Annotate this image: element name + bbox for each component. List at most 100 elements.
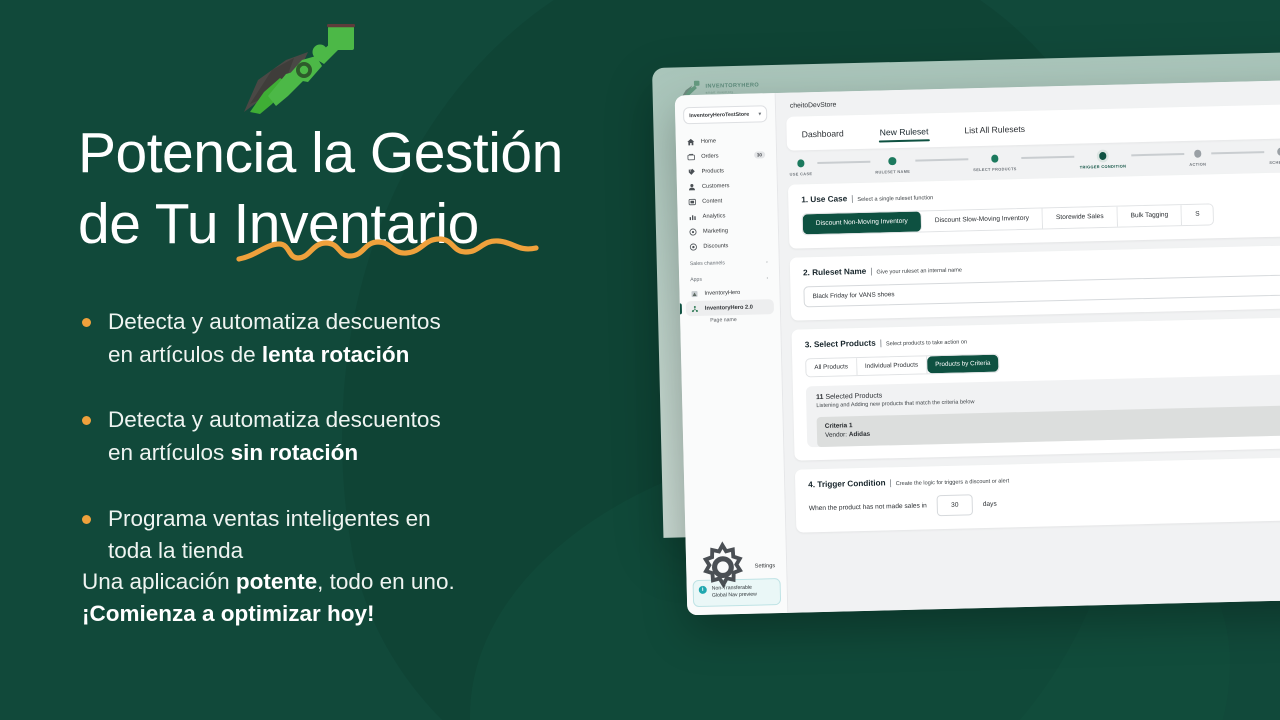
card-subtitle: Select a single ruleset function <box>857 194 934 203</box>
bullet-dot-icon <box>82 514 91 524</box>
sidebar-item-label: Orders <box>701 152 719 160</box>
step-trigger-condition[interactable]: TRIGGER CONDITION <box>1079 151 1126 169</box>
trigger-condition-row: When the product has not made sales in 3… <box>809 485 1280 519</box>
step-connector <box>817 161 871 164</box>
selected-products-label: Selected Products <box>825 391 883 401</box>
trigger-prefix-label: When the product has not made sales in <box>808 502 927 513</box>
bullet-dot-icon <box>82 416 91 426</box>
bullet-emphasis: lenta rotación <box>261 341 410 367</box>
sidebar-item-label: Products <box>701 167 725 175</box>
trigger-suffix-label: days <box>982 500 997 509</box>
tagline-prefix: Una aplicación <box>82 569 236 594</box>
step-action[interactable]: ACTION <box>1189 149 1206 166</box>
content-icon <box>688 198 696 205</box>
bullet-dot-icon <box>82 318 91 327</box>
app-screenshot-mockup: INVENTORYHERO smart inventory InventoryH… <box>652 50 1280 616</box>
option-products-by-criteria[interactable]: Products by Criteria <box>926 354 999 373</box>
criteria-value: Adidas <box>848 430 871 439</box>
bullet-line-1: Programa ventas inteligentes en <box>108 505 431 531</box>
option-discount-slow-moving-inventory[interactable]: Discount Slow-Moving Inventory <box>921 207 1044 231</box>
store-selector[interactable]: InventoryHeroTestStore ▾ <box>682 105 768 125</box>
card-heading: 1. Use Case | Select a single ruleset fu… <box>801 182 1280 204</box>
select-products-options: All Products Individual Products Product… <box>805 353 1000 377</box>
sidebar-item-label: Customers <box>701 182 730 190</box>
option-bulk-tagging[interactable]: Bulk Tagging <box>1117 204 1183 227</box>
customers-icon <box>688 183 695 190</box>
trigger-days-input[interactable]: 30 <box>936 494 974 517</box>
chevron-right-icon: › <box>766 259 768 266</box>
card-divider: | <box>879 337 883 348</box>
promo-banner: Potencia la Gestión de Tu Inventario Det… <box>0 0 1280 720</box>
bullet-line-2: en artículos <box>108 439 231 465</box>
step-dot-icon <box>796 159 805 167</box>
ruleset-name-input[interactable]: Black Friday for VANS shoes <box>803 272 1280 307</box>
tab-dashboard[interactable]: Dashboard <box>800 122 845 144</box>
use-case-options: Discount Non-Moving Inventory Discount S… <box>801 202 1214 235</box>
tab-new-ruleset[interactable]: New Ruleset <box>878 120 929 142</box>
card-title: 1. Use Case <box>801 193 848 204</box>
sidebar-item-label: Discounts <box>703 242 729 250</box>
card-divider: | <box>889 478 892 488</box>
list-item: Detecta y automatiza descuentos en artíc… <box>82 306 602 371</box>
main-content: cheitoDevStore Dashboard New Ruleset Lis… <box>775 78 1280 613</box>
step-schedule[interactable]: SCHEDULE <box>1269 147 1280 164</box>
ruleset-name-card: 2. Ruleset Name | Give your ruleset an i… <box>789 243 1280 321</box>
option-discount-non-moving-inventory[interactable]: Discount Non-Moving Inventory <box>802 210 923 234</box>
bullet-line-2: en artículos de <box>108 341 262 367</box>
sidebar-section-label: Apps <box>690 276 703 284</box>
step-label: SCHEDULE <box>1269 158 1280 165</box>
step-use-case[interactable]: USE CASE <box>789 159 812 176</box>
sidebar-item-inventoryhero-2[interactable]: InventoryHero 2.0 <box>685 299 775 317</box>
list-item: Detecta y automatiza descuentos en artíc… <box>82 404 602 469</box>
promo-tagline: Una aplicación potente, todo en uno. ¡Co… <box>82 566 602 630</box>
inventoryhero-app-icon <box>691 290 698 297</box>
card-subtitle: Give your ruleset an internal name <box>876 266 963 276</box>
option-partially-visible[interactable]: S <box>1181 203 1213 225</box>
inventory-hero-superhero-logo <box>228 8 358 118</box>
step-dot-icon <box>990 154 999 163</box>
criteria-row[interactable]: Criteria 1 Vendor: Adidas <box>816 404 1280 448</box>
criteria-key: Vendor: <box>824 431 849 439</box>
option-storewide-sales[interactable]: Storewide Sales <box>1042 206 1118 228</box>
card-title: 3. Select Products <box>804 338 876 349</box>
step-dot-icon <box>888 157 897 165</box>
selected-products-count: 11 <box>816 393 824 401</box>
settings-label: Settings <box>754 563 776 570</box>
products-icon <box>688 168 695 175</box>
admin-app-window: InventoryHeroTestStore ▾ Home Orders 30 <box>674 78 1280 616</box>
discounts-icon <box>689 243 697 251</box>
sidebar-item-settings[interactable]: Settings <box>692 541 780 589</box>
use-case-card: 1. Use Case | Select a single ruleset fu… <box>787 170 1280 249</box>
sidebar-footer: Settings i Non-Transferable Global Nav p… <box>686 541 787 615</box>
step-label: TRIGGER CONDITION <box>1079 162 1127 170</box>
sidebar: InventoryHeroTestStore ▾ Home Orders 30 <box>674 92 789 616</box>
bullet-emphasis: sin rotación <box>230 439 359 465</box>
sidebar-item-label: Home <box>700 137 717 145</box>
note-line-2: Global Nav preview <box>711 592 757 600</box>
bullet-line-1: Detecta y automatiza descuentos <box>108 407 441 433</box>
step-ruleset-name[interactable]: RULESET NAME <box>875 157 910 174</box>
trigger-condition-card: 4. Trigger Condition | Create the logic … <box>794 455 1280 533</box>
bullet-line-1: Detecta y automatiza descuentos <box>108 309 441 334</box>
card-subtitle: Create the logic for triggers a discount… <box>895 478 1010 488</box>
card-divider: | <box>851 193 854 203</box>
step-connector <box>1211 151 1265 154</box>
brand-name: INVENTORYHERO <box>705 82 760 90</box>
step-connector <box>1021 156 1075 159</box>
store-selector-label: InventoryHeroTestStore <box>689 111 750 119</box>
option-individual-products[interactable]: Individual Products <box>856 355 928 375</box>
sidebar-item-discounts[interactable]: Discounts <box>684 237 772 254</box>
note-line-1: Non-Transferable <box>711 584 752 592</box>
tab-list-all-rulesets[interactable]: List All Rulesets <box>963 117 1026 140</box>
orders-count-badge: 30 <box>753 150 766 159</box>
sidebar-item-label: Content <box>702 197 723 205</box>
card-title: 4. Trigger Condition <box>808 478 886 490</box>
step-select-products[interactable]: SELECT PRODUCTS <box>973 154 1017 172</box>
orders-icon <box>687 153 695 160</box>
sidebar-item-label: Analytics <box>702 212 726 220</box>
option-all-products[interactable]: All Products <box>806 357 858 376</box>
list-item: Programa ventas inteligentes en toda la … <box>82 503 602 568</box>
card-heading: 3. Select Products | Select products to … <box>805 327 1280 349</box>
card-heading: 4. Trigger Condition | Create the logic … <box>808 467 1280 489</box>
marketing-icon <box>689 228 697 236</box>
